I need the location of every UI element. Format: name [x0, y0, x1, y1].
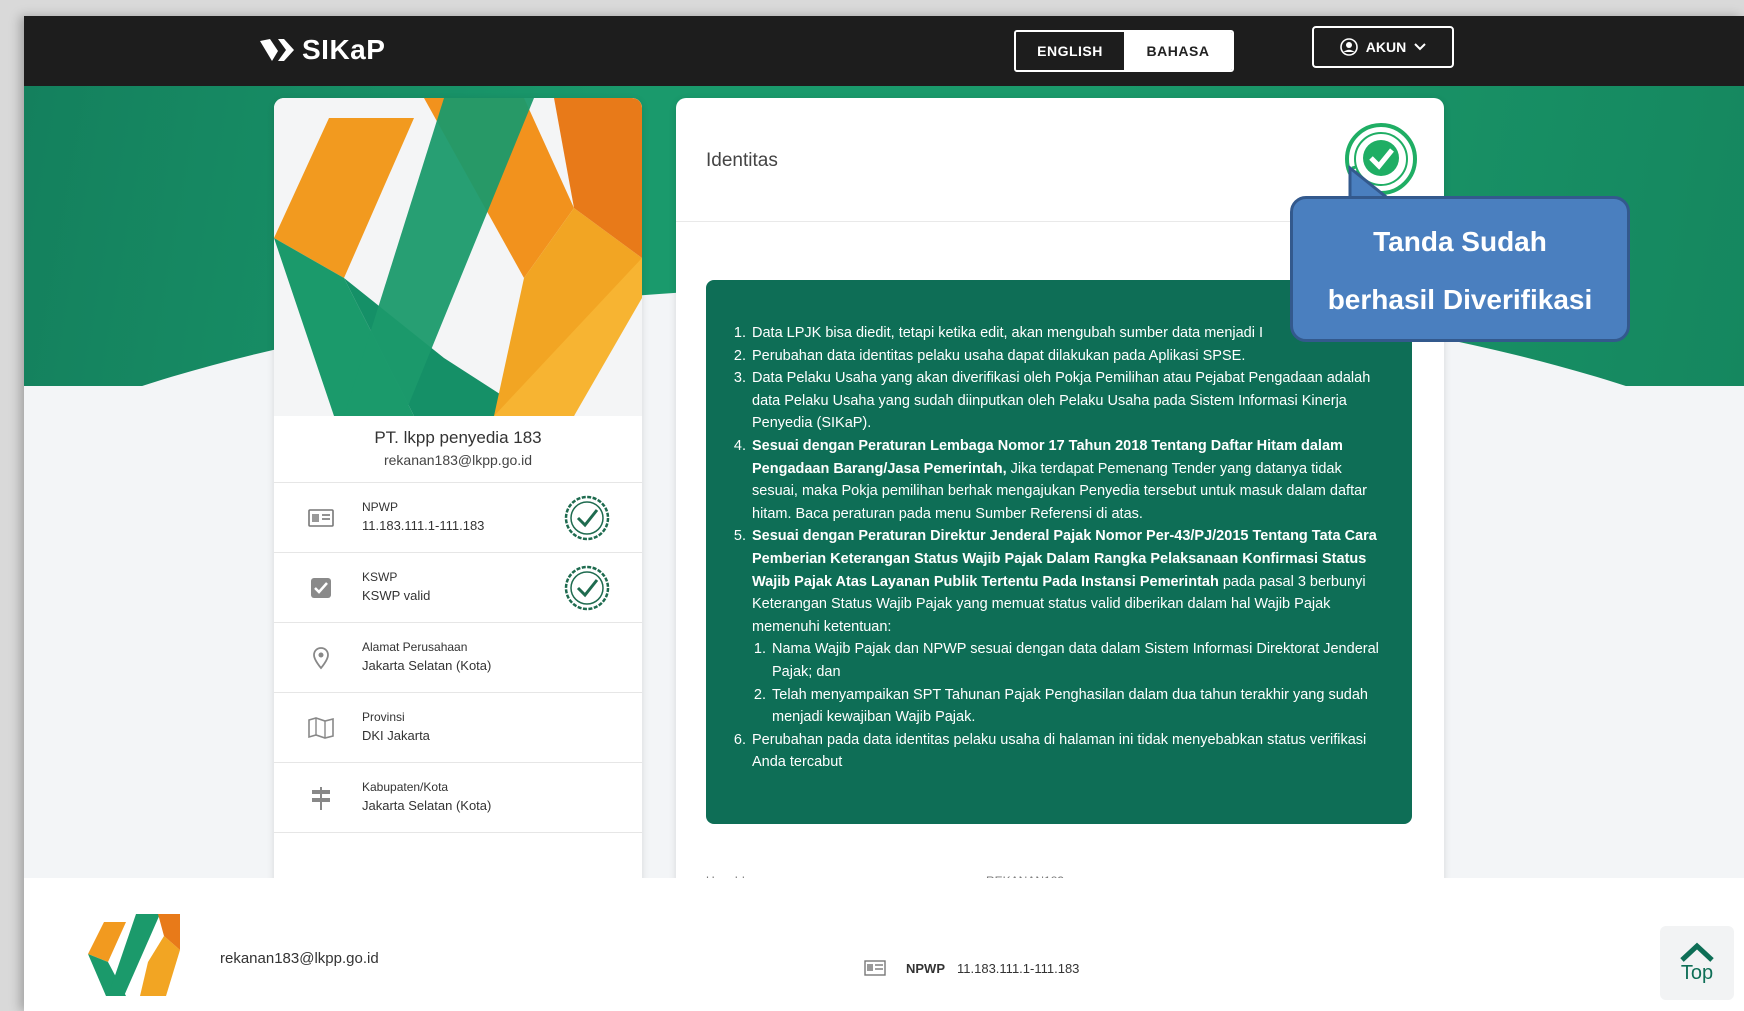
sikap-logo-icon: [260, 39, 294, 61]
footer-npwp-label: NPWP: [906, 960, 945, 976]
notice-list: Data LPJK bisa diedit, tetapi ketika edi…: [732, 322, 1382, 774]
info-row-kswp: KSWP KSWP valid: [274, 553, 642, 623]
brand-logo[interactable]: SIKaP: [258, 34, 385, 66]
company-email: rekanan183@lkpp.go.id: [383, 452, 533, 468]
notice-item-2: Perubahan data identitas pelaku usaha da…: [750, 345, 1382, 368]
lang-bahasa-button[interactable]: BAHASA: [1124, 32, 1232, 70]
top-navbar: SIKaP ENGLISH BAHASA AKUN: [24, 16, 1744, 86]
verified-stamp-icon: [1345, 123, 1417, 195]
notice-item-5: Sesuai dengan Peraturan Direktur Jendera…: [750, 525, 1382, 728]
back-to-top-button[interactable]: Top: [1660, 926, 1734, 1000]
chevron-up-icon: [1680, 942, 1714, 962]
identity-notice-box: Data LPJK bisa diedit, tetapi ketika edi…: [706, 280, 1412, 824]
map-pin-icon: [313, 647, 329, 670]
notice-item-4: Sesuai dengan Peraturan Lembaga Nomor 17…: [750, 435, 1382, 525]
footer-npwp: NPWP 11.183.111.1-111.183: [864, 960, 1079, 976]
id-card-icon: [308, 509, 334, 527]
info-row-province: Provinsi DKI Jakarta: [274, 693, 642, 763]
verified-check-icon: [564, 495, 610, 541]
brand-name: SIKaP: [302, 34, 386, 65]
lang-english-button[interactable]: ENGLISH: [1016, 32, 1124, 70]
footer-email: rekanan183@lkpp.go.id: [220, 950, 379, 967]
app-window: SIKaP ENGLISH BAHASA AKUN PT. lkpp penye…: [24, 16, 1744, 1011]
chevron-down-icon: [1414, 43, 1426, 51]
npwp-label: NPWP: [362, 500, 398, 514]
checkbox-icon: [311, 578, 331, 598]
identity-title: Identitas: [706, 150, 778, 171]
info-row-address: Alamat Perusahaan Jakarta Selatan (Kota): [274, 623, 642, 693]
footer-npwp-value: 11.183.111.1-111.183: [957, 960, 1080, 976]
kswp-label: KSWP: [362, 570, 398, 584]
info-row-npwp: NPWP 11.183.111.1-111.183: [274, 483, 642, 553]
province-label: Provinsi: [362, 710, 405, 724]
signpost-icon: [312, 787, 330, 810]
npwp-value: 11.183.111.1-111.183: [362, 518, 485, 533]
user-circle-icon: [1339, 38, 1358, 56]
address-value: Jakarta Selatan (Kota): [362, 658, 492, 673]
verified-check-icon: [564, 565, 610, 611]
id-card-icon: [864, 960, 886, 976]
company-header: PT. lkpp penyedia 183 rekanan183@lkpp.go…: [274, 416, 642, 483]
annotation-callout: Tanda Sudah berhasil Diverifikasi: [1290, 196, 1630, 342]
city-value: Jakarta Selatan (Kota): [362, 798, 492, 813]
account-label: AKUN: [1365, 39, 1407, 55]
footer-logo-icon: [88, 914, 180, 996]
company-name: PT. lkpp penyedia 183: [374, 428, 542, 447]
notice-item-1: Data LPJK bisa diedit, tetapi ketika edi…: [750, 322, 1382, 345]
back-to-top-label: Top: [1680, 961, 1714, 984]
callout-line-2: berhasil Diverifikasi: [1327, 284, 1593, 315]
footer-bar: rekanan183@lkpp.go.id NPWP 11.183.111.1-…: [24, 878, 1744, 1011]
notice-item-3: Data Pelaku Usaha yang akan diverifikasi…: [750, 367, 1382, 435]
callout-line-1: Tanda Sudah: [1373, 226, 1547, 257]
address-label: Alamat Perusahaan: [362, 640, 468, 654]
company-logo: [274, 98, 642, 416]
map-icon: [308, 717, 334, 739]
account-menu-button[interactable]: AKUN: [1312, 26, 1454, 68]
notice-subitem-2: Telah menyampaikan SPT Tahunan Pajak Pen…: [770, 684, 1382, 729]
notice-item-6: Perubahan pada data identitas pelaku usa…: [750, 729, 1382, 774]
company-logo-image: [274, 98, 642, 416]
province-value: DKI Jakarta: [362, 728, 430, 743]
info-row-city: Kabupaten/Kota Jakarta Selatan (Kota): [274, 763, 642, 833]
notice-subitem-1: Nama Wajib Pajak dan NPWP sesuai dengan …: [770, 638, 1382, 683]
notice-sublist: Nama Wajib Pajak dan NPWP sesuai dengan …: [752, 638, 1382, 728]
language-switch: ENGLISH BAHASA: [1014, 30, 1234, 72]
profile-card: PT. lkpp penyedia 183 rekanan183@lkpp.go…: [274, 98, 642, 918]
kswp-value: KSWP valid: [362, 588, 431, 603]
city-label: Kabupaten/Kota: [362, 780, 449, 794]
